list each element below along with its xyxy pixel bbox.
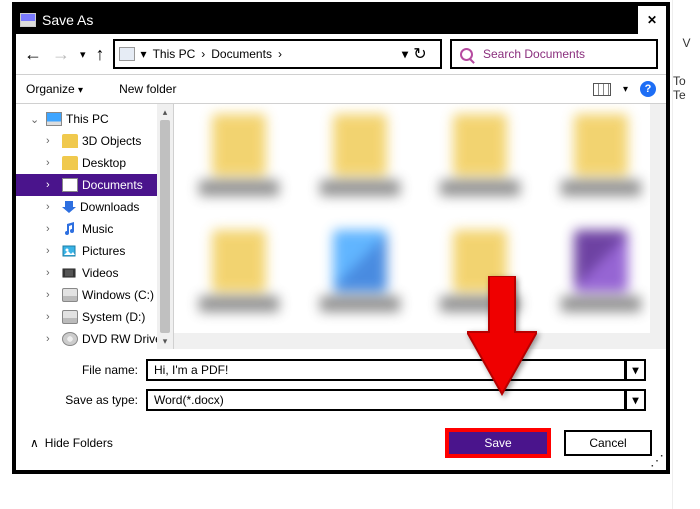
tree-scrollbar[interactable]: ▴ ▾ [157,104,173,349]
tree-item-desktop[interactable]: › Desktop [16,152,173,174]
pc-icon [46,112,62,126]
tree-item-pictures[interactable]: › Pictures [16,240,173,262]
tree-item-3d-objects[interactable]: › 3D Objects [16,130,173,152]
expand-icon[interactable]: › [46,179,58,191]
search-icon [460,48,473,61]
save-as-dialog: Save As ✕ ← → ▾ ↑ ▾ This PC › Documents … [12,2,670,474]
docpg-icon [62,178,78,192]
toolbar: Organize ▾ New folder ▾ ? [16,74,666,104]
hide-folders-toggle[interactable]: ∧ Hide Folders [30,436,113,450]
filename-label: File name: [36,363,146,377]
tree-item-downloads[interactable]: › Downloads [16,196,173,218]
chevron-down-icon: ▾ [78,85,83,96]
search-placeholder: Search Documents [483,47,585,61]
tree-item-dvd-rw-drive[interactable]: › DVD RW Drive [16,328,173,349]
tree-item-system-d-[interactable]: › System (D:) [16,306,173,328]
disc-icon [62,332,78,346]
expand-icon[interactable]: › [46,135,58,147]
bg-letter-to: To Te [673,74,700,102]
tree-item-label: Desktop [82,156,126,170]
folder-icon [62,134,78,148]
tree-item-label: Documents [82,178,143,192]
file-scrollbar-h[interactable] [174,333,650,349]
file-list[interactable] [174,104,666,349]
help-button[interactable]: ? [640,81,656,97]
tree-item-documents[interactable]: › Documents [16,174,173,196]
close-button[interactable]: ✕ [638,6,666,34]
filetype-label: Save as type: [36,393,146,407]
file-scrollbar-v[interactable] [650,104,666,333]
dialog-footer: ∧ Hide Folders Save Cancel ⋰ [16,415,666,465]
drive-icon [62,310,78,324]
tree-item-label: Videos [82,266,118,280]
expand-icon[interactable]: › [46,201,58,213]
tree-item-label: Windows (C:) [82,288,154,302]
tree-item-this-pc[interactable]: ⌄ This PC [16,108,173,130]
background-panel: V To Te [672,0,700,509]
input-fields: File name: ▾ Save as type: ▾ [16,349,666,415]
filetype-input[interactable] [146,389,626,411]
forward-drop[interactable]: ▾ [80,48,86,61]
tree-item-videos[interactable]: › Videos [16,262,173,284]
expand-icon[interactable]: › [46,311,58,323]
save-button[interactable]: Save [446,429,550,457]
tree-item-windows-c-[interactable]: › Windows (C:) [16,284,173,306]
tree-item-music[interactable]: › Music [16,218,173,240]
cancel-button[interactable]: Cancel [564,430,652,456]
bg-letter-v: V [682,36,690,50]
nav-row: ← → ▾ ↑ ▾ This PC › Documents › ▾ ↻ Sear… [16,34,666,74]
resize-grip-icon[interactable]: ⋰ [650,455,664,465]
tree-item-label: Pictures [82,244,125,258]
titlebar: Save As ✕ [16,6,666,34]
expand-icon[interactable]: › [46,267,58,279]
organize-menu[interactable]: Organize ▾ [26,82,83,96]
tree-item-label: Downloads [80,200,139,214]
up-button[interactable]: ↑ [96,44,105,65]
expand-icon[interactable]: › [46,289,58,301]
scroll-down-icon[interactable]: ▾ [157,333,173,349]
close-icon: ✕ [647,13,657,27]
new-folder-button[interactable]: New folder [119,82,176,96]
expand-icon[interactable]: › [46,245,58,257]
tree-item-label: This PC [66,112,109,126]
vid-icon [62,266,78,280]
pic-icon [62,244,78,258]
drive-icon [62,288,78,302]
back-button[interactable]: ← [24,44,42,65]
location-icon [119,47,135,61]
music-icon [62,222,78,236]
forward-button[interactable]: → [52,44,70,65]
filename-drop[interactable]: ▾ [626,359,646,381]
dl-icon [62,200,76,214]
expand-icon[interactable]: › [46,157,58,169]
scroll-thumb[interactable] [160,120,170,333]
filetype-drop[interactable]: ▾ [626,389,646,411]
chevron-down-icon[interactable]: ▾ [139,47,149,61]
refresh-button[interactable]: ↻ [408,44,432,64]
breadcrumb-thispc[interactable]: This PC [149,47,200,61]
view-options-icon[interactable] [593,83,611,96]
app-icon [20,13,36,27]
breadcrumb-sep-2[interactable]: › [276,47,284,61]
search-input[interactable]: Search Documents [450,39,658,69]
expand-icon[interactable]: ⌄ [30,113,42,126]
folder-tree[interactable]: ⌄ This PC › 3D Objects › Desktop › Documents › Do… [16,104,174,349]
scroll-up-icon[interactable]: ▴ [157,104,173,120]
tree-item-label: System (D:) [82,310,145,324]
tree-item-label: 3D Objects [82,134,141,148]
caret-up-icon: ∧ [30,436,39,450]
expand-icon[interactable]: › [46,333,58,345]
tree-item-label: Music [82,222,113,236]
folder-icon [62,156,78,170]
address-bar[interactable]: ▾ This PC › Documents › ▾ ↻ [113,39,442,69]
hide-folders-label: Hide Folders [45,436,113,450]
breadcrumb-documents[interactable]: Documents [207,47,276,61]
view-drop-icon[interactable]: ▾ [623,84,628,95]
filename-input[interactable] [146,359,626,381]
expand-icon[interactable]: › [46,223,58,235]
breadcrumb-sep-1[interactable]: › [199,47,207,61]
dialog-title: Save As [42,12,93,28]
tree-item-label: DVD RW Drive [82,332,162,346]
